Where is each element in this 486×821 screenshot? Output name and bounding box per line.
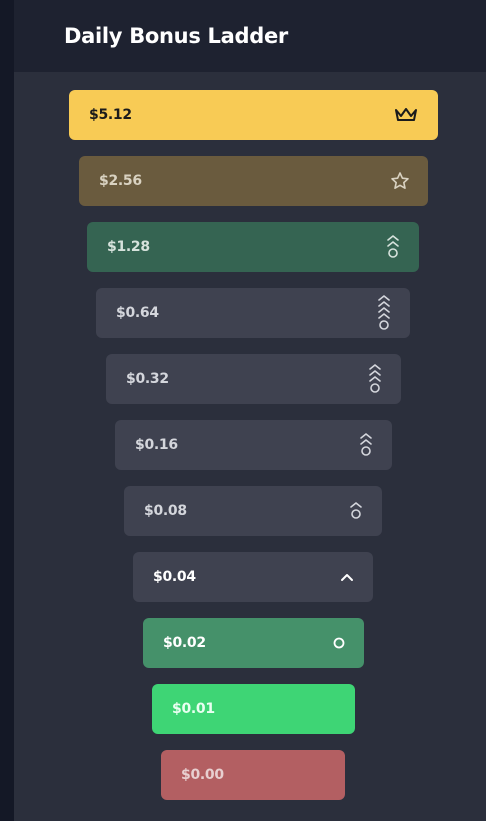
rung-amount: $5.12 <box>89 107 132 123</box>
ladder-rung: $0.16 <box>115 420 392 470</box>
crown-icon <box>394 107 418 123</box>
chevron-circle-icon <box>348 501 364 521</box>
rung-amount: $0.16 <box>135 437 178 453</box>
rung-amount: $1.28 <box>107 239 150 255</box>
rung-amount: $0.04 <box>153 569 196 585</box>
chevron-up-icon <box>339 571 355 583</box>
ladder-rung: $1.28 <box>87 222 419 272</box>
circle-icon <box>332 636 346 650</box>
rung-amount: $0.08 <box>144 503 187 519</box>
chevrons-3-circle-icon <box>367 363 383 395</box>
page-title: Daily Bonus Ladder <box>64 24 288 48</box>
rung-amount: $2.56 <box>99 173 142 189</box>
ladder-rung: $0.02 <box>143 618 364 668</box>
rung-amount: $0.32 <box>126 371 169 387</box>
rung-amount: $0.02 <box>163 635 206 651</box>
chevrons-2-circle-icon <box>358 432 374 458</box>
ladder-rung: $0.64 <box>96 288 410 338</box>
rung-amount: $0.01 <box>172 701 215 717</box>
header-bar: Daily Bonus Ladder <box>14 0 486 72</box>
rung-amount: $0.64 <box>116 305 159 321</box>
ladder-rung: $0.08 <box>124 486 382 536</box>
ladder-rung: $0.01 <box>152 684 355 734</box>
ladder-rung: $0.32 <box>106 354 401 404</box>
side-strip <box>0 0 14 821</box>
rung-amount: $0.00 <box>181 767 224 783</box>
chevrons-2-circle-icon <box>385 234 401 260</box>
ladder-rung: $0.00 <box>161 750 345 800</box>
star-icon <box>390 171 410 191</box>
chevrons-4-circle-icon <box>376 294 392 332</box>
ladder-rung: $2.56 <box>79 156 428 206</box>
ladder-rung: $5.12 <box>69 90 438 140</box>
ladder-rung: $0.04 <box>133 552 373 602</box>
